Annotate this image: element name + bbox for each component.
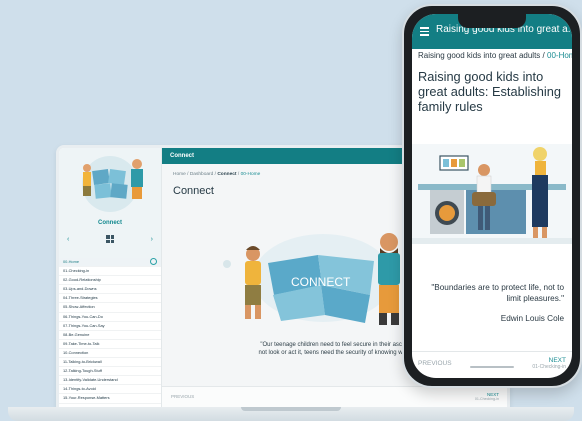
next-arrow-icon[interactable]: › — [151, 236, 153, 243]
list-item[interactable]: 04-Three-Strategies — [59, 294, 161, 304]
page-title: Connect — [173, 185, 214, 197]
phone-quote: "Boundaries are to protect life, not to … — [431, 283, 564, 303]
list-item[interactable]: 05-Show-Affection — [59, 303, 161, 313]
svg-text:CONNECT: CONNECT — [291, 275, 351, 289]
laptop-notch — [241, 407, 341, 411]
phone-page-title: Raising good kids into great adults: Est… — [418, 69, 561, 114]
previous-button[interactable]: PREVIOUS — [418, 360, 452, 367]
laundry-scene-art — [412, 144, 572, 244]
connect-puzzle-illustration — [82, 156, 143, 212]
next-button[interactable]: NEXT 01-Checking-in — [532, 357, 566, 370]
phone-footer: PREVIOUS NEXT 01-Checking-in — [412, 351, 572, 378]
list-item[interactable]: 01-Checking-in — [59, 267, 161, 277]
prev-arrow-icon[interactable]: ‹ — [67, 236, 69, 243]
list-item[interactable]: 09-Take-Time-to-Talk — [59, 340, 161, 349]
quote-author: Edwin Louis Cole — [500, 314, 564, 323]
breadcrumb-home[interactable]: Home — [173, 172, 186, 177]
phone-frame: Raising good kids into great a... Raisin… — [402, 4, 582, 388]
breadcrumb-dashboard[interactable]: Dashboard — [190, 172, 213, 177]
breadcrumb-section[interactable]: Connect — [217, 172, 236, 177]
list-item[interactable]: 13-Identify-Validate-Understand — [59, 376, 161, 386]
phone-breadcrumb: Raising good kids into great adults / 00… — [418, 51, 572, 60]
list-item[interactable]: 11-Talking-to-Brickwall — [59, 358, 161, 368]
breadcrumb: Home / Dashboard / Connect / 00-Home — [173, 172, 261, 177]
module-list: 00-Home 01-Checking-in 02-Good-Relations… — [59, 258, 161, 404]
list-item[interactable]: 14-Things-to-Avoid — [59, 385, 161, 395]
list-item[interactable]: 08-Be-Genuine — [59, 331, 161, 340]
sidebar-title: Connect — [98, 220, 122, 226]
hamburger-menu-icon[interactable] — [420, 27, 429, 38]
list-item[interactable]: 15-Your-Response-Matters — [59, 394, 161, 404]
list-item[interactable]: 03-Ups-and-Downs — [59, 285, 161, 295]
grid-icon[interactable] — [106, 235, 114, 243]
phone-notch — [458, 14, 526, 28]
list-item[interactable]: 02-Good-Relationship — [59, 276, 161, 286]
home-indicator — [470, 366, 514, 368]
sidebar: Connect ‹ › 00-Home 01-Checking-in 02-Go… — [59, 148, 162, 411]
check-icon — [150, 258, 157, 265]
list-item[interactable]: 12-Talking-Tough-Stuff — [59, 367, 161, 377]
breadcrumb-section[interactable]: Raising good kids into great adults — [418, 51, 540, 60]
list-item[interactable]: 06-Things-You-Can-Do — [59, 313, 161, 322]
breadcrumb-current: 00-Home — [240, 172, 261, 177]
previous-button[interactable]: PREVIOUS — [171, 394, 194, 399]
phone-screen: Raising good kids into great a... Raisin… — [412, 14, 572, 378]
sidebar-nav: ‹ › — [59, 233, 161, 245]
list-item[interactable]: 10-Connection — [59, 349, 161, 359]
next-button[interactable]: NEXT 01-Checking-in — [475, 392, 499, 401]
breadcrumb-current: 00-Home — [547, 51, 572, 60]
phone-illustration — [412, 134, 572, 252]
list-item[interactable]: 07-Things-You-Can-Say — [59, 322, 161, 331]
list-item-00-home[interactable]: 00-Home — [59, 258, 161, 268]
